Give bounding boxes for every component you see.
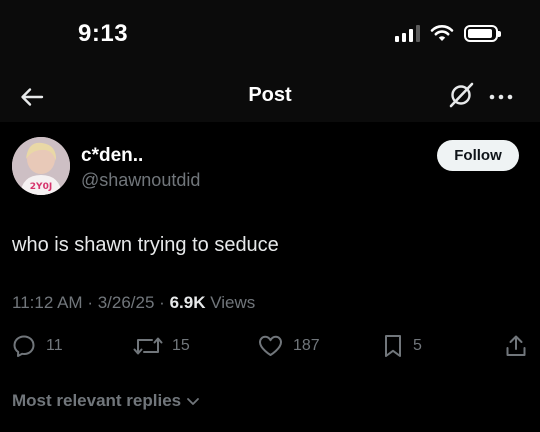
post-action-bar: 11 15 187 5: [0, 333, 540, 363]
like-count: 187: [293, 337, 320, 354]
bookmark-icon: [385, 335, 401, 357]
chevron-down-icon: [187, 398, 200, 405]
follow-button[interactable]: Follow: [437, 140, 519, 171]
more-icon[interactable]: [487, 87, 515, 107]
repost-icon: [133, 337, 163, 355]
reply-icon: [13, 335, 35, 357]
reply-count: 11: [46, 337, 63, 354]
svg-text:2Y0J: 2Y0J: [30, 182, 52, 192]
status-bar: 9:13: [0, 0, 540, 72]
share-button[interactable]: [504, 333, 528, 359]
author-display-name[interactable]: c*den..: [81, 145, 143, 167]
signal-icon: [395, 24, 420, 42]
bookmark-button[interactable]: 5: [382, 333, 422, 359]
reply-button[interactable]: 11: [11, 333, 63, 359]
avatar[interactable]: 2Y0J: [12, 137, 70, 195]
battery-icon: [464, 24, 501, 42]
share-icon: [506, 335, 526, 356]
views-label[interactable]: Views: [210, 293, 255, 312]
like-button[interactable]: 187: [257, 333, 320, 359]
meta-separator: ·: [87, 293, 98, 312]
bookmark-count: 5: [413, 337, 422, 354]
post-date: 3/26/25: [97, 293, 155, 312]
meta-separator: ·: [159, 293, 170, 312]
repost-button[interactable]: 15: [133, 333, 190, 359]
grok-icon[interactable]: [447, 81, 475, 109]
like-icon: [259, 335, 282, 356]
views-count[interactable]: 6.9K: [170, 293, 206, 312]
replies-sort-dropdown[interactable]: Most relevant replies: [12, 391, 201, 411]
status-icons: [395, 24, 501, 42]
post-text: who is shawn trying to seduce: [12, 234, 279, 256]
replies-sort-label: Most relevant replies: [12, 391, 182, 410]
top-nav-bar: Post: [0, 72, 540, 122]
repost-count: 15: [172, 337, 190, 354]
status-time: 9:13: [78, 20, 129, 47]
post-metadata: 11:12 AM · 3/26/25 · 6.9K Views: [12, 293, 255, 313]
post-time: 11:12 AM: [12, 293, 83, 312]
wifi-icon: [430, 25, 454, 41]
author-handle[interactable]: @shawnoutdid: [81, 170, 200, 191]
